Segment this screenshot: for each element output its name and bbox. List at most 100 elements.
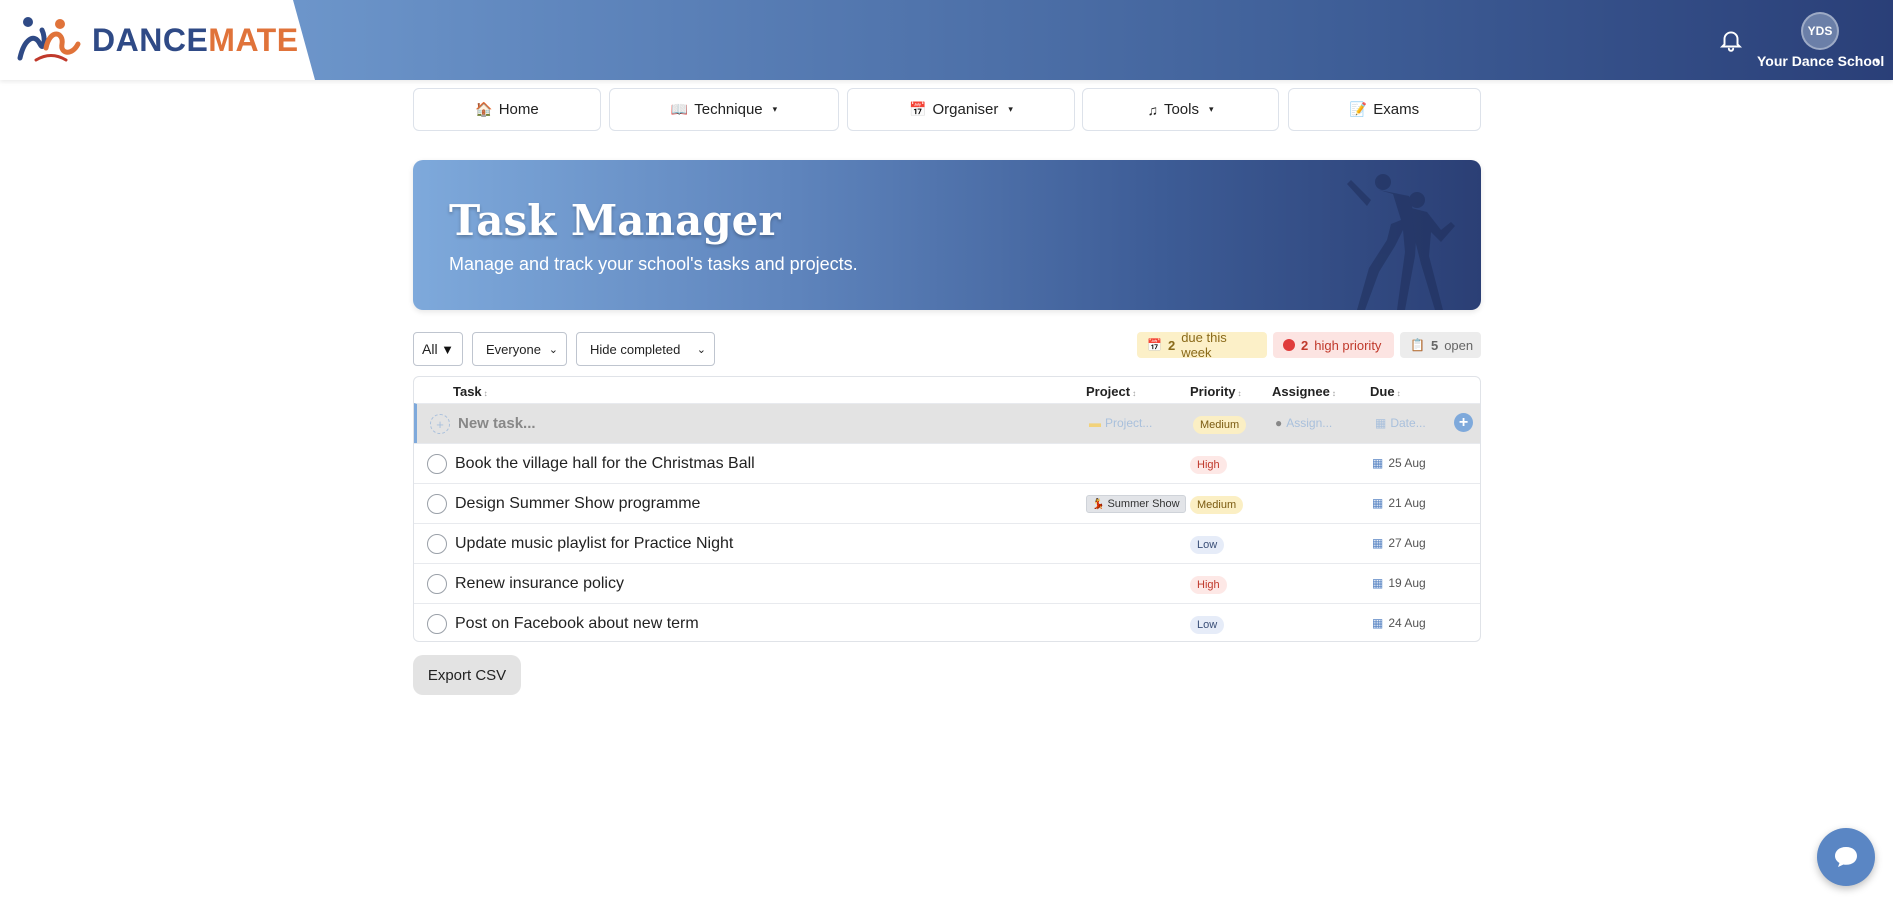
completed-filter-select[interactable]: Hide completed ⌄ <box>576 332 715 366</box>
page-banner: Task Manager Manage and track your schoo… <box>413 160 1481 310</box>
music-note-icon: ♫ <box>1147 101 1158 118</box>
task-title[interactable]: Update music playlist for Practice Night <box>455 535 733 553</box>
calendar-icon: ▦ <box>1372 536 1384 550</box>
logo[interactable]: DANCEMATE <box>0 0 315 80</box>
nav-home[interactable]: 🏠 Home <box>413 88 601 131</box>
task-title[interactable]: Post on Facebook about new term <box>455 615 699 633</box>
memo-icon: 📝 <box>1349 101 1368 117</box>
complete-task-checkbox[interactable] <box>427 494 447 514</box>
house-icon: 🏠 <box>475 101 493 117</box>
assignee-filter-select[interactable]: Everyone ⌄ <box>472 332 567 366</box>
column-header-task[interactable]: Task ↕ <box>453 384 488 399</box>
due-this-week-badge[interactable]: 📅 2 due this week <box>1137 330 1267 360</box>
task-title[interactable]: Book the village hall for the Christmas … <box>455 455 755 473</box>
due-date-picker[interactable]: ▦ Date... <box>1375 416 1426 430</box>
project-picker[interactable]: ▬ Project... <box>1089 416 1152 430</box>
avatar[interactable]: YDS <box>1801 12 1839 50</box>
calendar-icon: ▦ <box>1372 576 1384 590</box>
add-task-button[interactable]: + <box>1454 413 1473 432</box>
column-header-assignee[interactable]: Assignee ↕ <box>1272 384 1336 399</box>
project-badge[interactable]: 💃 Summer Show <box>1086 495 1186 513</box>
nav-technique[interactable]: 📖 Technique ▾ <box>609 88 839 131</box>
priority-badge[interactable]: High <box>1190 576 1227 594</box>
due-date[interactable]: ▦ 19 Aug <box>1372 576 1426 590</box>
priority-badge[interactable]: High <box>1190 456 1227 474</box>
table-row[interactable]: Update music playlist for Practice Night… <box>414 523 1480 563</box>
column-header-priority[interactable]: Priority ↕ <box>1190 384 1242 399</box>
chat-bubble-icon <box>1835 847 1857 867</box>
calendar-icon: 📅 <box>909 101 927 117</box>
calendar-icon: ▦ <box>1375 416 1387 430</box>
chat-button[interactable] <box>1817 828 1875 886</box>
chevron-down-icon: ▾ <box>1008 104 1013 114</box>
new-task-input[interactable]: New task... <box>458 415 536 432</box>
add-task-circle-icon[interactable]: + <box>430 414 450 434</box>
calendar-icon: ▦ <box>1372 456 1384 470</box>
triangle-down-icon: ▼ <box>441 341 454 357</box>
table-row[interactable]: Design Summer Show programme 💃 Summer Sho… <box>414 483 1480 523</box>
priority-picker[interactable]: Medium <box>1193 416 1247 434</box>
nav-tools-label: Tools <box>1163 101 1199 118</box>
sort-icon: ↕ <box>483 389 488 398</box>
chevron-down-icon: ⌄ <box>696 343 706 356</box>
calendar-icon: ▦ <box>1372 496 1384 510</box>
page-subtitle: Manage and track your school's tasks and… <box>449 254 858 274</box>
due-date[interactable]: ▦ 21 Aug <box>1372 496 1426 510</box>
priority-badge[interactable]: Medium <box>1190 496 1244 514</box>
new-task-row: + New task... ▬ Project... Medium ● Assign… <box>414 403 1480 443</box>
complete-task-checkbox[interactable] <box>427 454 447 474</box>
scope-filter-select[interactable]: All ▼ <box>413 332 463 366</box>
table-row[interactable]: Renew insurance policy High ▦ 19 Aug <box>414 563 1480 603</box>
sort-icon: ↕ <box>1331 389 1336 398</box>
completed-filter-value: Hide completed <box>590 341 681 357</box>
chevron-down-icon: ▾ <box>772 104 778 114</box>
priority-badge[interactable]: Low <box>1190 536 1225 554</box>
priority-badge[interactable]: Low <box>1190 616 1225 634</box>
nav-organiser-label: Organiser <box>932 101 999 118</box>
complete-task-checkbox[interactable] <box>427 574 447 594</box>
nav-tools[interactable]: ♫ Tools ▾ <box>1082 88 1279 131</box>
folder-icon: ▬ <box>1089 416 1101 430</box>
export-csv-button[interactable]: Export CSV <box>413 655 521 695</box>
table-header: Task ↕ Project ↕ Priority ↕ Assignee ↕ Due ↕ <box>414 377 1480 404</box>
nav-exams-label: Exams <box>1373 101 1420 118</box>
column-header-due[interactable]: Due ↕ <box>1370 384 1401 399</box>
nav-exams[interactable]: 📝 Exams <box>1288 88 1481 131</box>
scope-filter-value: All <box>422 341 438 357</box>
column-header-project[interactable]: Project ↕ <box>1086 384 1136 399</box>
dancers-silhouette-icon <box>1347 174 1455 310</box>
task-title[interactable]: Renew insurance policy <box>455 575 624 593</box>
assignee-picker[interactable]: ● Assign... <box>1275 416 1332 430</box>
clipboard-icon: 📋 <box>1410 338 1425 352</box>
nav-home-label: Home <box>498 101 539 118</box>
table-row[interactable]: Post on Facebook about new term Low ▦ 24 … <box>414 603 1480 641</box>
book-icon: 📖 <box>670 101 689 117</box>
school-dropdown-caret-icon[interactable]: ▾ <box>1875 57 1879 66</box>
chevron-down-icon: ▾ <box>1209 104 1214 114</box>
bell-icon[interactable] <box>1718 26 1744 54</box>
table-row[interactable]: Book the village hall for the Christmas … <box>414 443 1480 483</box>
page-title: Task Manager <box>449 196 781 245</box>
sort-icon: ↕ <box>1132 389 1137 398</box>
complete-task-checkbox[interactable] <box>427 534 447 554</box>
chevron-down-icon: ⌄ <box>548 343 558 356</box>
due-date[interactable]: ▦ 25 Aug <box>1372 456 1426 470</box>
calendar-icon: 📅 <box>1147 338 1162 352</box>
high-priority-badge[interactable]: 2 high priority <box>1273 332 1394 358</box>
sort-icon: ↕ <box>1237 389 1242 398</box>
top-header: DANCEMATE YDS Your Dance School ▾ <box>0 0 1893 80</box>
logo-text: DANCEMATE <box>92 22 299 58</box>
nav-technique-label: Technique <box>694 101 763 118</box>
due-date[interactable]: ▦ 24 Aug <box>1372 616 1426 630</box>
dancer-icon: 💃 <box>1092 498 1105 510</box>
due-date[interactable]: ▦ 27 Aug <box>1372 536 1426 550</box>
assignee-filter-value: Everyone <box>486 341 541 357</box>
complete-task-checkbox[interactable] <box>427 614 447 634</box>
nav-organiser[interactable]: 📅 Organiser ▾ <box>847 88 1075 131</box>
calendar-icon: ▦ <box>1372 616 1384 630</box>
task-title[interactable]: Design Summer Show programme <box>455 495 700 513</box>
dancemate-logo-icon <box>17 17 81 62</box>
open-tasks-badge[interactable]: 📋 5 open <box>1400 332 1481 358</box>
red-circle-icon <box>1283 339 1295 351</box>
school-name[interactable]: Your Dance School <box>1757 53 1884 69</box>
